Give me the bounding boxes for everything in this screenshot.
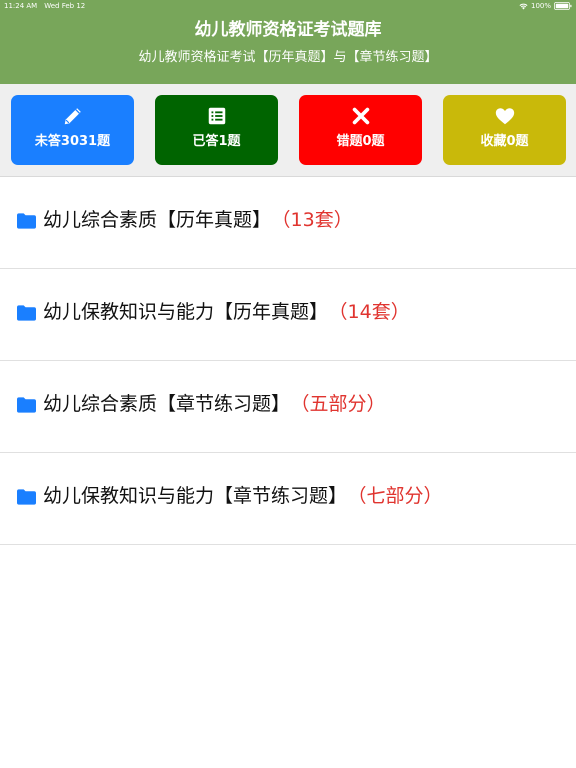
wifi-icon bbox=[519, 3, 528, 9]
category-title: 幼儿保教知识与能力【章节练习题】 bbox=[43, 485, 348, 507]
folder-icon bbox=[17, 489, 36, 505]
folder-icon bbox=[17, 397, 36, 413]
heart-icon bbox=[495, 108, 514, 125]
app-subtitle: 幼儿教师资格证考试【历年真题】与【章节练习题】 bbox=[138, 50, 438, 65]
category-item[interactable]: 幼儿保教知识与能力【章节练习题】 （七部分） bbox=[0, 453, 576, 545]
favorites-button[interactable]: 收藏0题 bbox=[443, 95, 566, 165]
category-count: （五部分） bbox=[300, 393, 386, 415]
answered-label: 已答1题 bbox=[192, 134, 241, 149]
answered-button[interactable]: 已答1题 bbox=[155, 95, 278, 165]
battery-icon bbox=[554, 2, 572, 10]
category-count: （13套） bbox=[281, 209, 353, 231]
category-item[interactable]: 幼儿保教知识与能力【历年真题】 （14套） bbox=[0, 269, 576, 361]
category-item[interactable]: 幼儿综合素质【历年真题】 （13套） bbox=[0, 177, 576, 269]
status-bar: 11:24 AM Wed Feb 12 100% bbox=[0, 0, 576, 12]
status-date: Wed Feb 12 bbox=[44, 2, 86, 10]
category-title: 幼儿综合素质【历年真题】 bbox=[43, 209, 272, 231]
favorites-label: 收藏0题 bbox=[480, 134, 529, 149]
folder-icon bbox=[17, 305, 36, 321]
category-title: 幼儿综合素质【章节练习题】 bbox=[43, 393, 291, 415]
list-icon bbox=[208, 107, 225, 125]
status-right: 100% bbox=[519, 0, 572, 12]
battery-percent: 100% bbox=[530, 2, 551, 10]
pencil-icon bbox=[64, 108, 81, 125]
category-text: 幼儿综合素质【章节练习题】 （五部分） bbox=[43, 391, 386, 417]
category-item[interactable]: 幼儿综合素质【章节练习题】 （五部分） bbox=[0, 361, 576, 453]
category-title: 幼儿保教知识与能力【历年真题】 bbox=[43, 301, 329, 323]
category-count: （14套） bbox=[338, 301, 410, 323]
wrong-answers-label: 错题0题 bbox=[336, 134, 385, 149]
close-icon bbox=[352, 107, 369, 125]
unanswered-label: 未答3031题 bbox=[34, 134, 111, 149]
app-header: 11:24 AM Wed Feb 12 100% 幼儿教师资格证考试题库 幼儿教师… bbox=[0, 0, 576, 84]
app-title: 幼儿教师资格证考试题库 bbox=[194, 20, 382, 40]
unanswered-button[interactable]: 未答3031题 bbox=[11, 95, 134, 165]
category-list: 幼儿综合素质【历年真题】 （13套） 幼儿保教知识与能力【历年真题】 （14套） 幼… bbox=[0, 177, 576, 545]
category-text: 幼儿保教知识与能力【历年真题】 （14套） bbox=[43, 299, 410, 325]
folder-icon bbox=[17, 213, 36, 229]
status-left: 11:24 AM Wed Feb 12 bbox=[4, 0, 85, 12]
status-time: 11:24 AM bbox=[4, 2, 38, 10]
stats-bar: 未答3031题 已答1题 错题0题 收藏0题 bbox=[0, 84, 576, 177]
category-text: 幼儿综合素质【历年真题】 （13套） bbox=[43, 207, 353, 233]
category-text: 幼儿保教知识与能力【章节练习题】 （七部分） bbox=[43, 483, 443, 509]
category-count: （七部分） bbox=[357, 485, 443, 507]
wrong-answers-button[interactable]: 错题0题 bbox=[299, 95, 422, 165]
